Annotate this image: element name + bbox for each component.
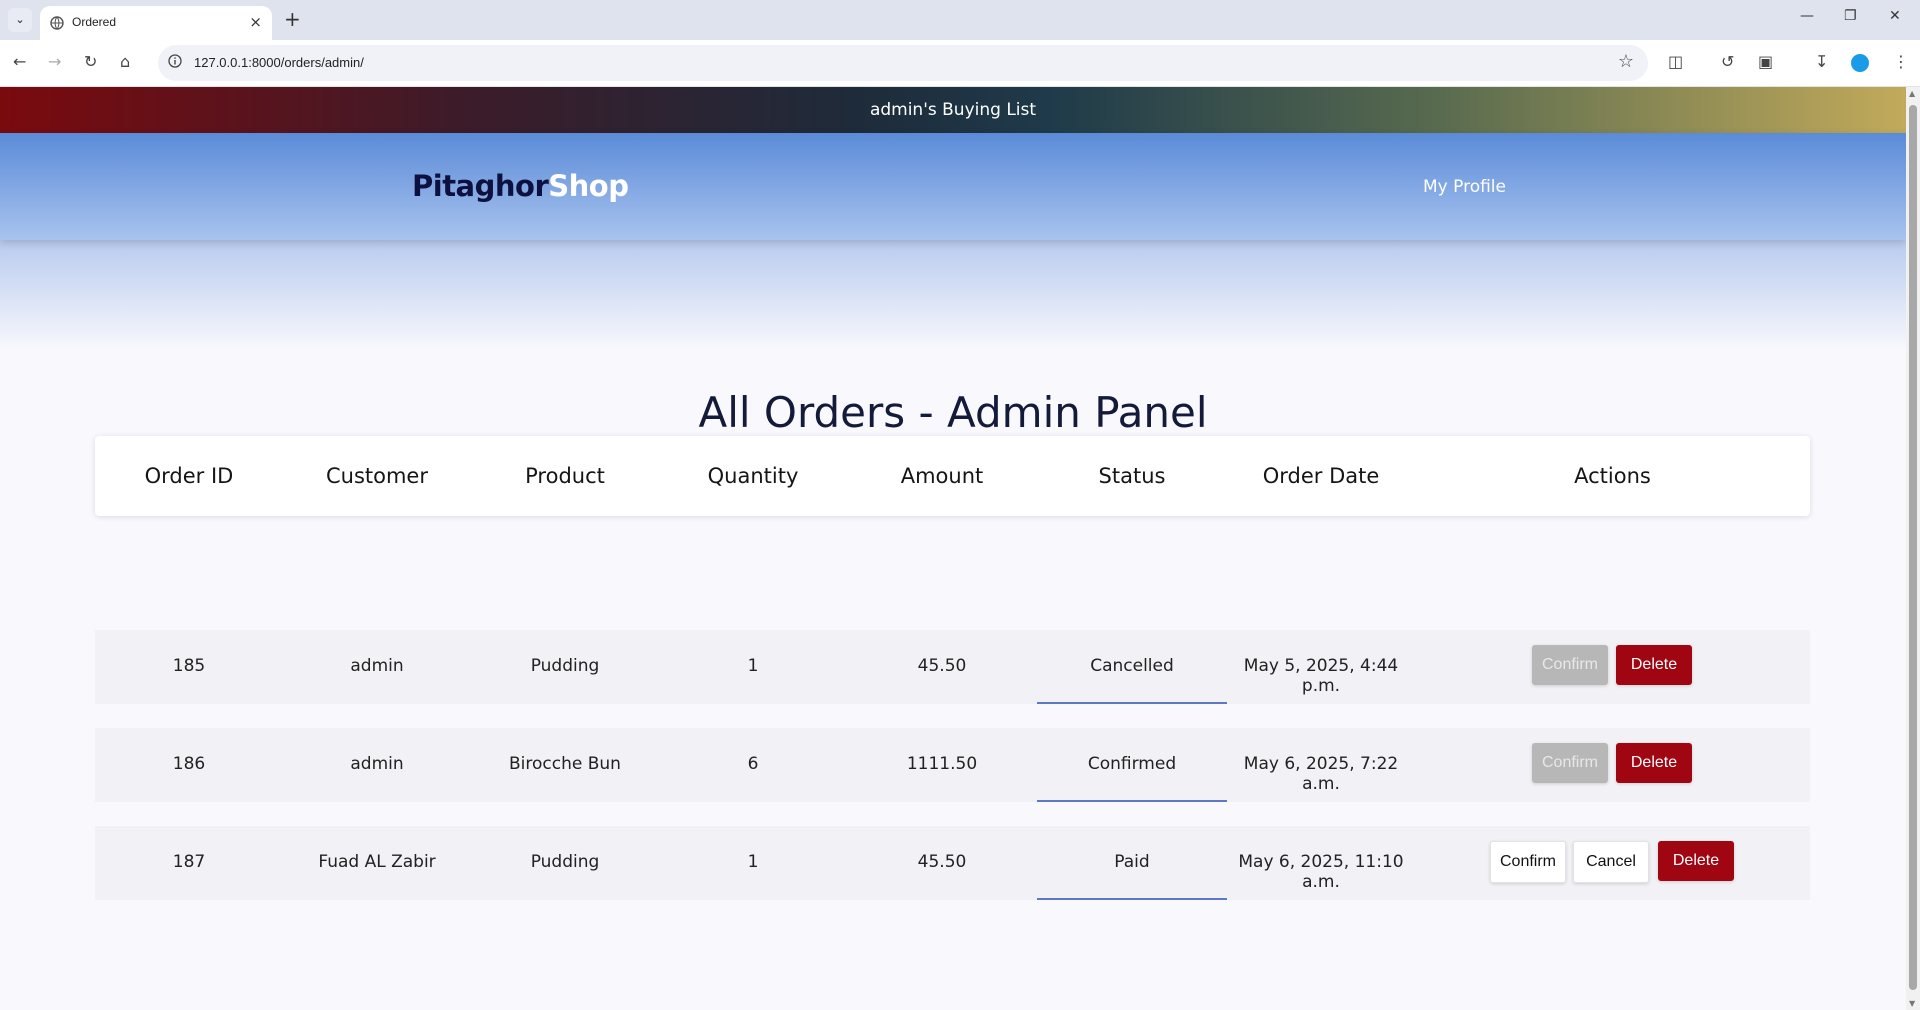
buying-list-banner: admin's Buying List — [0, 87, 1906, 133]
status-cell: Paid — [1114, 852, 1150, 872]
delete-button[interactable]: Delete — [1616, 645, 1692, 685]
globe-icon — [50, 16, 64, 30]
table-header: Order ID Customer Product Quantity Amoun… — [95, 436, 1810, 516]
quantity-cell: 1 — [747, 656, 759, 676]
order-date-cell: May 5, 2025, 4:44 p.m. — [1243, 656, 1399, 696]
header-fade — [0, 240, 1906, 350]
site-navbar: PitaghorShop My Profile — [0, 133, 1906, 240]
tab-close-icon[interactable]: × — [249, 13, 262, 31]
header-amount: Amount — [900, 464, 984, 488]
product-cell: Pudding — [530, 852, 600, 872]
customer-cell: admin — [350, 754, 404, 774]
site-logo[interactable]: PitaghorShop — [412, 169, 629, 203]
confirm-button-disabled: Confirm — [1532, 743, 1608, 783]
scroll-up-icon[interactable]: ▲ — [1909, 89, 1915, 98]
status-underline — [1037, 702, 1227, 704]
extensions-icon[interactable]: ◫ — [1668, 52, 1683, 71]
tab-title: Ordered — [72, 15, 117, 29]
order-date-cell: May 6, 2025, 11:10 a.m. — [1238, 852, 1404, 892]
header-actions: Actions — [1574, 464, 1651, 488]
customer-cell: admin — [350, 656, 404, 676]
header-customer: Customer — [325, 464, 428, 488]
quantity-cell: 6 — [747, 754, 759, 774]
reload-icon[interactable]: ↻ — [84, 52, 97, 71]
new-tab-icon[interactable]: + — [284, 7, 301, 31]
delete-button[interactable]: Delete — [1616, 743, 1692, 783]
home-icon[interactable]: ⌂ — [120, 52, 130, 71]
customer-cell: Fuad AL Zabir — [318, 852, 436, 872]
confirm-button-disabled: Confirm — [1532, 645, 1608, 685]
delete-button[interactable]: Delete — [1658, 841, 1734, 881]
logo-part-2: Shop — [548, 169, 629, 203]
table-row: 185 admin Pudding 1 45.50 Cancelled May … — [95, 630, 1810, 704]
status-underline — [1037, 898, 1227, 900]
browser-tabstrip: ⌄ Ordered × + — ❐ ✕ — [0, 0, 1920, 40]
bookmark-star-icon[interactable]: ☆ — [1618, 51, 1634, 72]
back-icon[interactable]: ← — [13, 52, 26, 71]
forward-icon[interactable]: → — [48, 52, 61, 71]
screenshot-icon[interactable]: ▣ — [1758, 52, 1773, 71]
scroll-down-icon[interactable]: ▼ — [1909, 999, 1915, 1008]
table-row: 187 Fuad AL Zabir Pudding 1 45.50 Paid M… — [95, 826, 1810, 900]
order-id-cell: 187 — [172, 852, 206, 872]
amount-cell: 45.50 — [917, 852, 967, 872]
header-quantity: Quantity — [707, 464, 799, 488]
restore-icon[interactable]: ❐ — [1844, 8, 1857, 24]
address-bar[interactable]: 127.0.0.1:8000/orders/admin/ ☆ — [158, 45, 1648, 81]
download-icon[interactable]: ↧ — [1815, 52, 1828, 71]
header-order-date: Order Date — [1262, 464, 1380, 488]
profile-avatar-icon[interactable] — [1851, 54, 1869, 72]
my-profile-link[interactable]: My Profile — [1423, 177, 1506, 197]
page-scrollbar[interactable]: ▲ ▼ — [1906, 87, 1920, 1010]
order-date-cell: May 6, 2025, 7:22 a.m. — [1243, 754, 1399, 794]
header-order-id: Order ID — [144, 464, 234, 488]
browser-toolbar: ← → ↻ ⌂ 127.0.0.1:8000/orders/admin/ ☆ ◫… — [0, 40, 1920, 87]
status-cell: Cancelled — [1090, 656, 1174, 676]
status-underline — [1037, 800, 1227, 802]
window-close-icon[interactable]: ✕ — [1889, 8, 1901, 24]
scrollbar-thumb[interactable] — [1909, 105, 1917, 990]
order-id-cell: 186 — [172, 754, 206, 774]
quantity-cell: 1 — [747, 852, 759, 872]
order-id-cell: 185 — [172, 656, 206, 676]
header-product: Product — [525, 464, 605, 488]
minimize-icon[interactable]: — — [1800, 8, 1814, 24]
cancel-button[interactable]: Cancel — [1573, 841, 1649, 883]
table-row: 186 admin Birocche Bun 6 1111.50 Confirm… — [95, 728, 1810, 802]
more-menu-icon[interactable]: ⋮ — [1893, 52, 1909, 71]
tab-search-chevron-icon[interactable]: ⌄ — [8, 8, 32, 32]
site-info-icon[interactable] — [168, 54, 182, 68]
amount-cell: 45.50 — [917, 656, 967, 676]
browser-tab[interactable]: Ordered × — [40, 6, 272, 40]
amount-cell: 1111.50 — [906, 754, 978, 774]
status-cell: Confirmed — [1087, 754, 1177, 774]
confirm-button[interactable]: Confirm — [1490, 841, 1566, 883]
product-cell: Pudding — [530, 656, 600, 676]
header-status: Status — [1098, 464, 1166, 488]
url-text: 127.0.0.1:8000/orders/admin/ — [194, 55, 364, 70]
product-cell: Birocche Bun — [509, 754, 621, 774]
history-icon[interactable]: ↺ — [1721, 52, 1734, 71]
logo-part-1: Pitaghor — [412, 169, 549, 203]
